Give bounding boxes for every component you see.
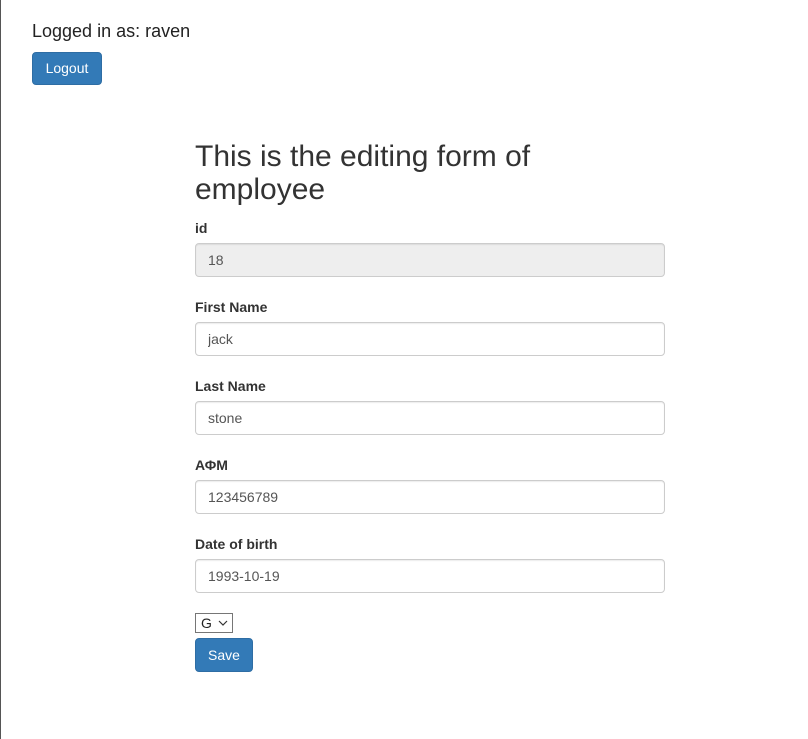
field-last-name: Last Name: [195, 376, 665, 435]
field-label-last-name: Last Name: [195, 378, 266, 394]
afm-input[interactable]: [195, 480, 665, 514]
category-select[interactable]: G: [195, 613, 233, 633]
employee-edit-form: This is the editing form of employee id …: [195, 140, 665, 672]
field-label-first-name: First Name: [195, 299, 268, 315]
field-id: id: [195, 218, 665, 277]
form-title: This is the editing form of employee: [195, 140, 531, 206]
field-label-afm: ΑΦΜ: [195, 457, 228, 473]
field-first-name: First Name: [195, 297, 665, 356]
last-name-input[interactable]: [195, 401, 665, 435]
chevron-down-icon: [217, 616, 229, 630]
page: Logged in as: raven Logout This is the e…: [0, 0, 808, 739]
field-label-date-of-birth: Date of birth: [195, 536, 278, 552]
date-of-birth-input[interactable]: [195, 559, 665, 593]
id-input[interactable]: [195, 243, 665, 277]
login-status: Logged in as: raven: [32, 21, 191, 41]
category-select-value: G: [201, 615, 212, 631]
field-label-id: id: [195, 220, 208, 236]
field-afm: ΑΦΜ: [195, 455, 665, 514]
save-button[interactable]: Save: [195, 638, 253, 672]
logout-button[interactable]: Logout: [32, 52, 102, 85]
first-name-input[interactable]: [195, 322, 665, 356]
field-date-of-birth: Date of birth: [195, 534, 665, 593]
